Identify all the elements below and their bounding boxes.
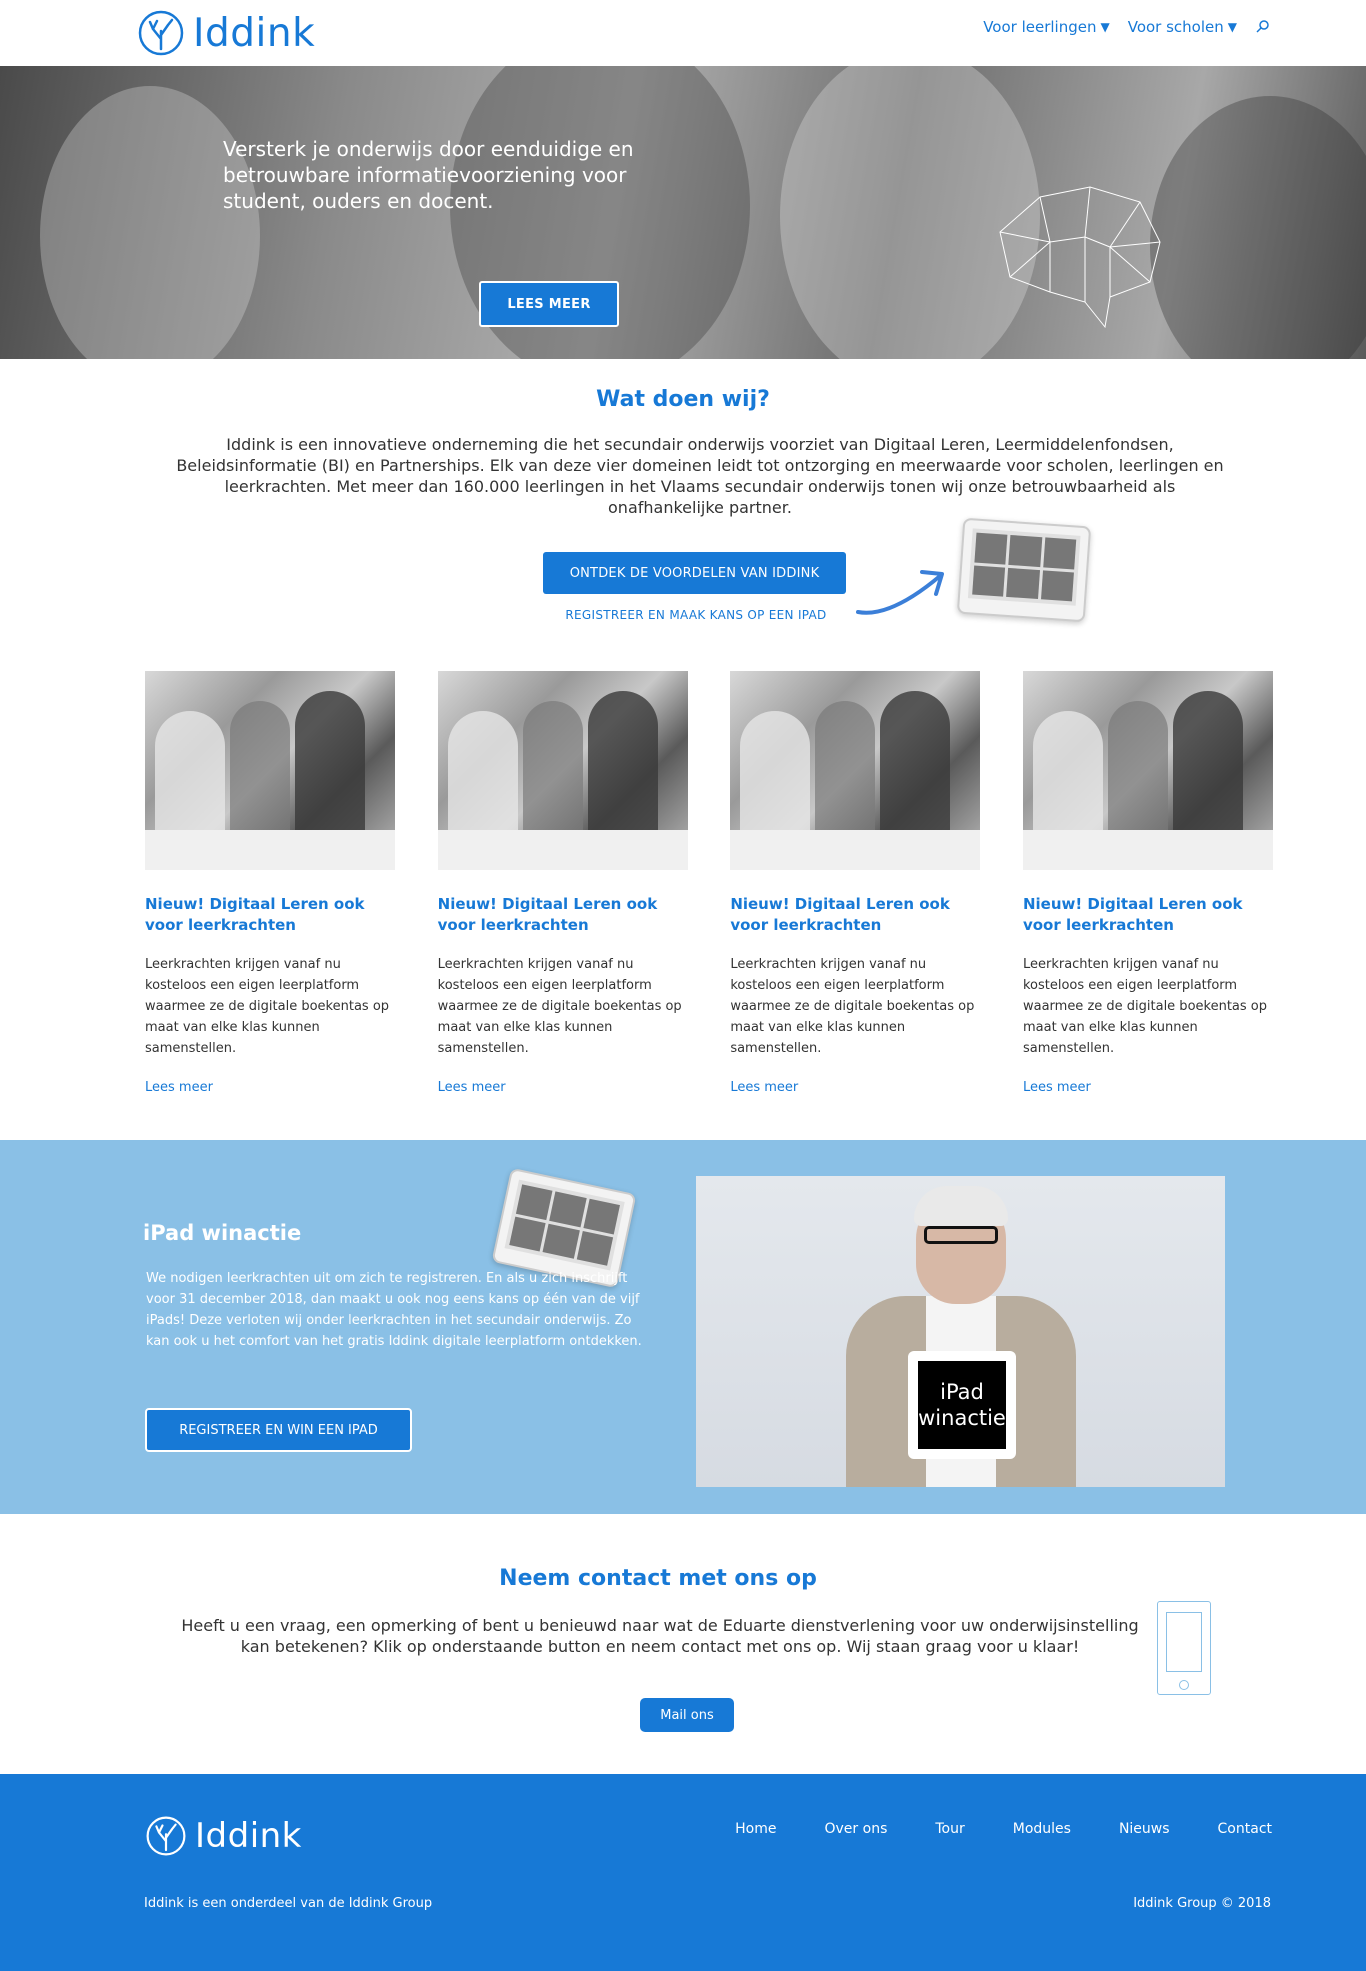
card-read-more-link[interactable]: Lees meer (438, 1080, 688, 1095)
footer-link-over-ons[interactable]: Over ons (825, 1821, 888, 1837)
footer-nav: Home Over ons Tour Modules Nieuws Contac… (735, 1821, 1272, 1837)
news-card: Nieuw! Digitaal Leren ook voor leerkrach… (145, 671, 395, 1095)
nav-label: Voor leerlingen (983, 18, 1097, 36)
registreer-ipad-link[interactable]: REGISTREER EN MAAK KANS OP EEN IPAD (540, 608, 852, 622)
card-image (1022, 671, 1273, 870)
arrow-icon (856, 570, 944, 615)
chevron-down-icon: ▼ (1227, 20, 1237, 34)
brand-name: Iddink (193, 10, 316, 56)
photo-sign-text: iPad winactie (918, 1361, 1006, 1449)
footer-link-modules[interactable]: Modules (1013, 1821, 1071, 1837)
news-cards: Nieuw! Digitaal Leren ook voor leerkrach… (145, 671, 1273, 1095)
card-text: Leerkrachten krijgen vanaf nu kosteloos … (730, 957, 975, 1056)
nav-label: Voor scholen (1127, 18, 1224, 36)
tablet-image (956, 517, 1092, 623)
site-footer: Iddink Home Over ons Tour Modules Nieuws… (0, 1774, 1366, 1971)
card-text: Leerkrachten krijgen vanaf nu kosteloos … (145, 957, 390, 1056)
logo-icon (146, 1816, 186, 1856)
card-title[interactable]: Nieuw! Digitaal Leren ook voor leerkrach… (1023, 894, 1273, 936)
ipad-text: We nodigen leerkrachten uit om zich te r… (146, 1271, 642, 1349)
phone-icon (1157, 1601, 1211, 1695)
card-image (437, 671, 688, 870)
search-icon[interactable] (1255, 19, 1271, 35)
nav-voor-scholen[interactable]: Voor scholen ▼ (1128, 18, 1237, 36)
card-read-more-link[interactable]: Lees meer (1023, 1080, 1273, 1095)
card-title[interactable]: Nieuw! Digitaal Leren ook voor leerkrach… (438, 894, 688, 936)
card-title[interactable]: Nieuw! Digitaal Leren ook voor leerkrach… (730, 894, 980, 936)
hero-photo-shape (40, 86, 260, 359)
ipad-promo-section: iPad winactie We nodigen leerkrachten ui… (0, 1140, 1366, 1514)
contact-title: Neem contact met ons op (499, 1566, 817, 1591)
news-card: Nieuw! Digitaal Leren ook voor leerkrach… (1022, 671, 1273, 1095)
hero-photo-shape (1150, 96, 1366, 359)
brand-name: Iddink (195, 1816, 302, 1856)
footer-link-nieuws[interactable]: Nieuws (1119, 1821, 1170, 1837)
brand-logo[interactable]: Iddink (137, 9, 315, 57)
nav-voor-leerlingen[interactable]: Voor leerlingen ▼ (983, 18, 1110, 36)
ontdek-voordelen-button[interactable]: ONTDEK DE VOORDELEN VAN IDDINK (543, 552, 846, 594)
card-image (730, 671, 981, 870)
footer-company-note: Iddink is een onderdeel van de Iddink Gr… (144, 1896, 433, 1911)
card-read-more-link[interactable]: Lees meer (730, 1080, 980, 1095)
card-read-more-link[interactable]: Lees meer (145, 1080, 395, 1095)
about-text: Iddink is een innovatieve onderneming di… (176, 435, 1224, 517)
hero-tagline: Versterk je onderwijs door eenduidige en… (223, 137, 634, 213)
footer-logo[interactable]: Iddink (145, 1812, 302, 1860)
mail-ons-button[interactable]: Mail ons (640, 1698, 734, 1732)
brain-icon (999, 186, 1161, 329)
chevron-down-icon: ▼ (1100, 20, 1110, 34)
contact-text: Heeft u een vraag, een opmerking of bent… (181, 1616, 1139, 1656)
card-image (145, 671, 395, 870)
registreer-win-ipad-button[interactable]: REGISTREER EN WIN EEN IPAD (145, 1408, 412, 1452)
card-text: Leerkrachten krijgen vanaf nu kosteloos … (437, 957, 682, 1056)
site-header: Iddink Voor leerlingen ▼ Voor scholen ▼ (0, 0, 1366, 66)
card-text: Leerkrachten krijgen vanaf nu kosteloos … (1022, 957, 1267, 1056)
footer-link-tour[interactable]: Tour (935, 1821, 964, 1837)
news-card: Nieuw! Digitaal Leren ook voor leerkrach… (437, 671, 688, 1095)
ipad-winactie-photo: iPad winactie (696, 1176, 1225, 1487)
ipad-title: iPad winactie (143, 1221, 302, 1245)
card-title[interactable]: Nieuw! Digitaal Leren ook voor leerkrach… (145, 894, 395, 936)
footer-link-home[interactable]: Home (735, 1821, 776, 1837)
logo-icon (138, 10, 184, 56)
hero-banner: Versterk je onderwijs door eenduidige en… (0, 66, 1366, 359)
lees-meer-button[interactable]: LEES MEER (479, 281, 619, 327)
footer-copyright: Iddink Group © 2018 (1133, 1896, 1271, 1911)
news-card: Nieuw! Digitaal Leren ook voor leerkrach… (730, 671, 981, 1095)
main-nav: Voor leerlingen ▼ Voor scholen ▼ (983, 18, 1271, 36)
about-title: Wat doen wij? (596, 387, 770, 412)
footer-link-contact[interactable]: Contact (1218, 1821, 1272, 1837)
